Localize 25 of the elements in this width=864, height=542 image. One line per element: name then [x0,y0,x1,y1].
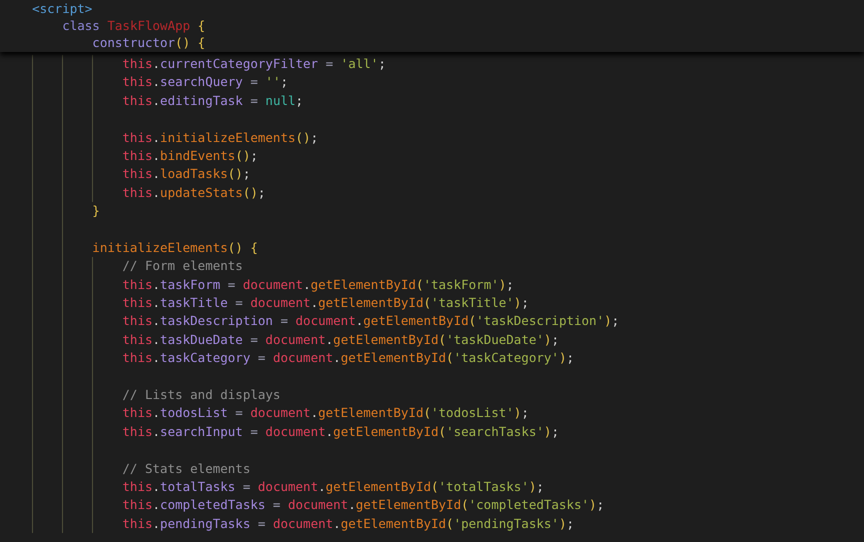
code-line[interactable]: this.currentCategoryFilter = 'all'; [0,55,386,74]
code-line[interactable]: this.pendingTasks = document.getElementById('pendingTasks'); [0,514,574,534]
code-line[interactable]: class TaskFlowApp { [0,17,206,34]
code-line[interactable]: this.searchQuery = ''; [0,73,288,92]
code-line[interactable]: this.initializeElements(); [0,128,318,147]
code-line[interactable]: this.taskDescription = document.getElementById('taskDescription'); [0,312,620,331]
code-line[interactable]: this.totalTasks = document.getElementById('totalTasks'); [0,478,544,496]
code-line[interactable]: this.editingTask = null; [0,92,304,110]
code-line[interactable]: <script> [0,0,92,17]
code-line[interactable]: this.taskDueDate = document.getElementById('taskDueDate'); [0,330,559,350]
code-line[interactable]: this.loadTasks(); [0,165,250,184]
code-line[interactable]: this.updateStats(); [0,184,266,202]
code-line[interactable]: this.taskForm = document.getElementById('taskForm'); [0,276,514,294]
code-line[interactable]: this.completedTasks = document.getElementById('completedTasks'); [0,496,604,515]
code-line[interactable]: } [0,202,100,221]
code-line[interactable]: initializeElements() { [0,238,258,258]
code-line[interactable]: constructor() { [0,34,206,51]
code-line[interactable]: this.taskTitle = document.getElementById('taskTitle'); [0,294,529,312]
code-line[interactable]: this.todosList = document.getElementById('todosList'); [0,404,529,423]
code-line[interactable]: this.searchInput = document.getElementById('searchTasks'); [0,422,559,442]
code-line[interactable]: this.bindEvents(); [0,146,258,166]
code-line[interactable]: // Stats elements [0,460,250,478]
code-line[interactable]: // Lists and displays [0,386,280,404]
code-line[interactable]: // Form elements [0,257,243,276]
code-line[interactable]: this.taskCategory = document.getElementById('taskCategory'); [0,349,574,368]
